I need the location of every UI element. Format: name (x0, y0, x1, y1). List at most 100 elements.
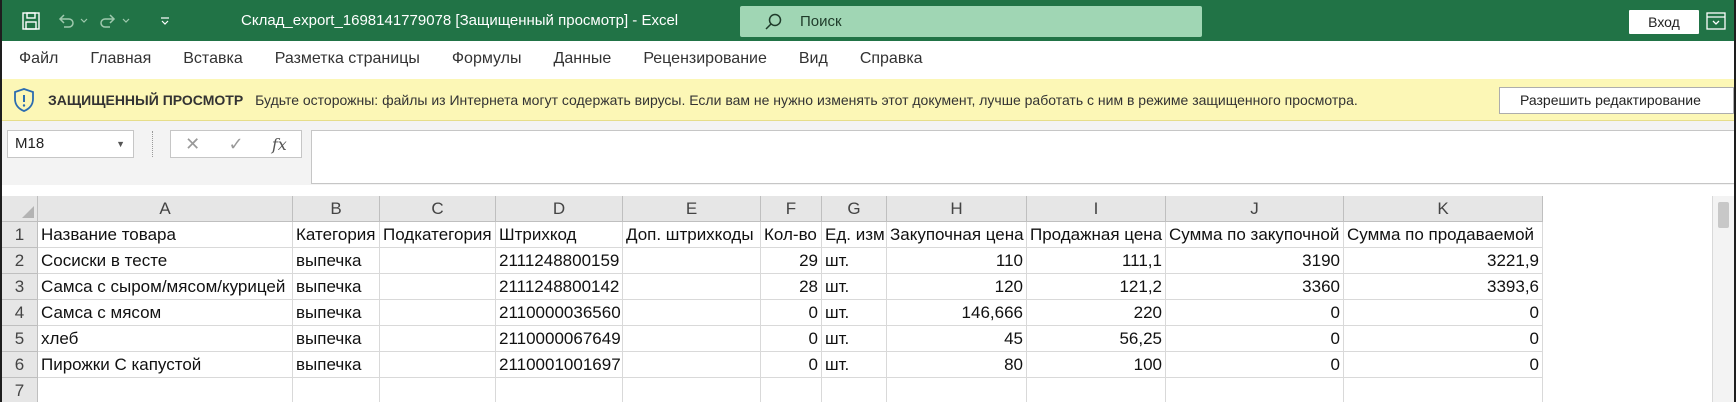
cell-h6[interactable]: 80 (887, 352, 1027, 378)
cell-f4[interactable]: 0 (761, 300, 822, 326)
cell-j6[interactable]: 0 (1166, 352, 1344, 378)
tab-0[interactable]: Файл (2, 41, 74, 77)
cell-g6[interactable]: шт. (822, 352, 887, 378)
cell-j5[interactable]: 0 (1166, 326, 1344, 352)
undo-dropdown-icon[interactable] (78, 0, 90, 41)
cell-i3[interactable]: 121,2 (1027, 274, 1166, 300)
cell-f7[interactable] (761, 378, 822, 402)
select-all-button[interactable] (2, 196, 38, 222)
cell-j4[interactable]: 0 (1166, 300, 1344, 326)
redo-icon[interactable] (96, 0, 120, 41)
cell-b1[interactable]: Категория (293, 222, 380, 248)
cell-c1[interactable]: Подкатегория (380, 222, 496, 248)
cell-k2[interactable]: 3221,9 (1344, 248, 1543, 274)
cell-d2[interactable]: 2111248800159 (496, 248, 623, 274)
tab-6[interactable]: Рецензирование (627, 41, 783, 77)
cell-c4[interactable] (380, 300, 496, 326)
cell-h3[interactable]: 120 (887, 274, 1027, 300)
cell-i5[interactable]: 56,25 (1027, 326, 1166, 352)
cell-h4[interactable]: 146,666 (887, 300, 1027, 326)
undo-icon[interactable] (54, 0, 78, 41)
cell-i7[interactable] (1027, 378, 1166, 402)
cell-j2[interactable]: 3190 (1166, 248, 1344, 274)
cell-k4[interactable]: 0 (1344, 300, 1543, 326)
cell-d4[interactable]: 2110000036560 (496, 300, 623, 326)
chevron-down-icon[interactable]: ▼ (116, 131, 125, 157)
cell-b6[interactable]: выпечка (293, 352, 380, 378)
cell-a5[interactable]: хлеб (38, 326, 293, 352)
cell-e7[interactable] (623, 378, 761, 402)
cell-d5[interactable]: 2110000067649 (496, 326, 623, 352)
cell-a1[interactable]: Название товара (38, 222, 293, 248)
cell-e6[interactable] (623, 352, 761, 378)
cell-h2[interactable]: 110 (887, 248, 1027, 274)
cell-c2[interactable] (380, 248, 496, 274)
cell-f1[interactable]: Кол-во (761, 222, 822, 248)
cell-e3[interactable] (623, 274, 761, 300)
cell-j3[interactable]: 3360 (1166, 274, 1344, 300)
cell-k6[interactable]: 0 (1344, 352, 1543, 378)
cell-i6[interactable]: 100 (1027, 352, 1166, 378)
cancel-icon[interactable]: ✕ (171, 134, 214, 155)
row-header-6[interactable]: 6 (2, 352, 38, 378)
cell-b3[interactable]: выпечка (293, 274, 380, 300)
customize-toolbar-icon[interactable] (156, 0, 174, 41)
row-header-5[interactable]: 5 (2, 326, 38, 352)
cell-e5[interactable] (623, 326, 761, 352)
column-header-f[interactable]: F (761, 196, 822, 222)
cell-a7[interactable] (38, 378, 293, 402)
column-header-e[interactable]: E (623, 196, 761, 222)
cell-k3[interactable]: 3393,6 (1344, 274, 1543, 300)
column-header-j[interactable]: J (1166, 196, 1344, 222)
cell-c3[interactable] (380, 274, 496, 300)
cell-b5[interactable]: выпечка (293, 326, 380, 352)
tab-4[interactable]: Формулы (436, 41, 538, 77)
cell-g1[interactable]: Ед. изм (822, 222, 887, 248)
cell-c7[interactable] (380, 378, 496, 402)
row-header-4[interactable]: 4 (2, 300, 38, 326)
cell-f5[interactable]: 0 (761, 326, 822, 352)
tab-1[interactable]: Главная (74, 41, 167, 77)
row-header-1[interactable]: 1 (2, 222, 38, 248)
enable-editing-button[interactable]: Разрешить редактирование (1499, 87, 1734, 114)
column-header-g[interactable]: G (822, 196, 887, 222)
search-input[interactable] (800, 13, 1160, 30)
column-header-k[interactable]: K (1344, 196, 1543, 222)
column-header-a[interactable]: A (38, 196, 293, 222)
column-header-b[interactable]: B (293, 196, 380, 222)
cell-k7[interactable] (1344, 378, 1543, 402)
tab-5[interactable]: Данные (538, 41, 628, 77)
cell-e2[interactable] (623, 248, 761, 274)
ribbon-display-options-icon[interactable] (1706, 12, 1726, 30)
cell-j7[interactable] (1166, 378, 1344, 402)
cell-b2[interactable]: выпечка (293, 248, 380, 274)
cell-h1[interactable]: Закупочная цена (887, 222, 1027, 248)
search-box[interactable] (740, 6, 1202, 37)
column-header-d[interactable]: D (496, 196, 623, 222)
tab-7[interactable]: Вид (783, 41, 844, 77)
cell-g5[interactable]: шт. (822, 326, 887, 352)
cell-c5[interactable] (380, 326, 496, 352)
row-header-7[interactable]: 7 (2, 378, 38, 402)
redo-dropdown-icon[interactable] (120, 0, 132, 41)
cell-k5[interactable]: 0 (1344, 326, 1543, 352)
cell-d7[interactable] (496, 378, 623, 402)
cell-h5[interactable]: 45 (887, 326, 1027, 352)
cell-i4[interactable]: 220 (1027, 300, 1166, 326)
cell-e4[interactable] (623, 300, 761, 326)
row-header-2[interactable]: 2 (2, 248, 38, 274)
cell-f6[interactable]: 0 (761, 352, 822, 378)
cell-b7[interactable] (293, 378, 380, 402)
cell-d3[interactable]: 2111248800142 (496, 274, 623, 300)
cell-i1[interactable]: Продажная цена (1027, 222, 1166, 248)
cell-g3[interactable]: шт. (822, 274, 887, 300)
name-box[interactable]: M18 ▼ (7, 130, 134, 158)
cell-a3[interactable]: Самса с сыром/мясом/курицей (38, 274, 293, 300)
cell-f3[interactable]: 28 (761, 274, 822, 300)
cell-k1[interactable]: Сумма по продаваемой (1344, 222, 1543, 248)
row-header-3[interactable]: 3 (2, 274, 38, 300)
cell-c6[interactable] (380, 352, 496, 378)
column-header-i[interactable]: I (1027, 196, 1166, 222)
cell-d6[interactable]: 2110001001697 (496, 352, 623, 378)
cell-f2[interactable]: 29 (761, 248, 822, 274)
